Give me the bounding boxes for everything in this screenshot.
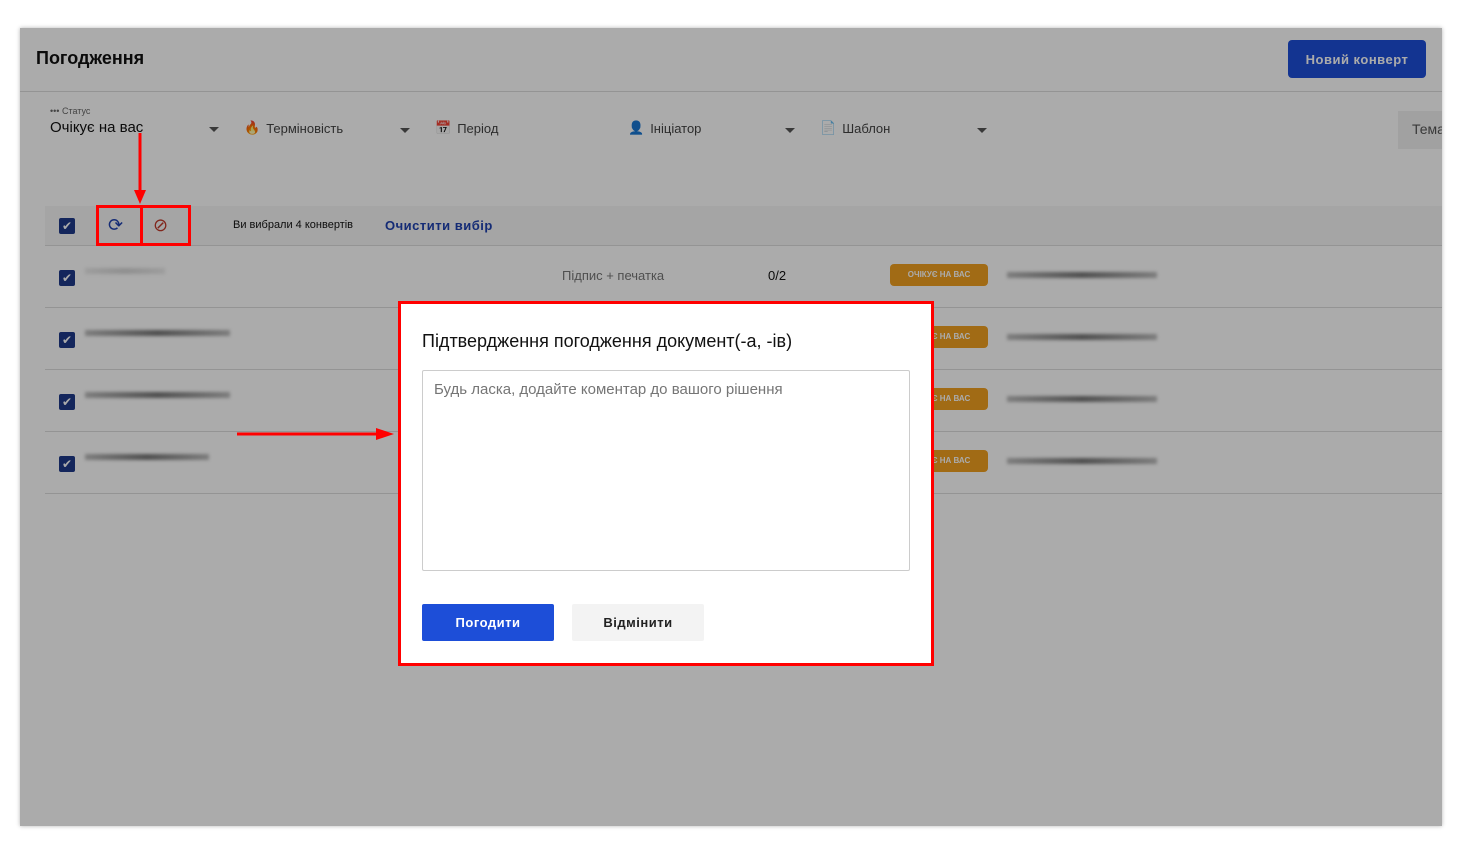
approval-dialog: Підтвердження погодження документ(-а, -і… [398, 301, 934, 666]
approve-button[interactable]: Погодити [422, 604, 554, 641]
dialog-title: Підтвердження погодження документ(-а, -і… [422, 331, 793, 351]
comment-input[interactable] [422, 370, 910, 571]
cancel-button[interactable]: Відмінити [572, 604, 704, 641]
